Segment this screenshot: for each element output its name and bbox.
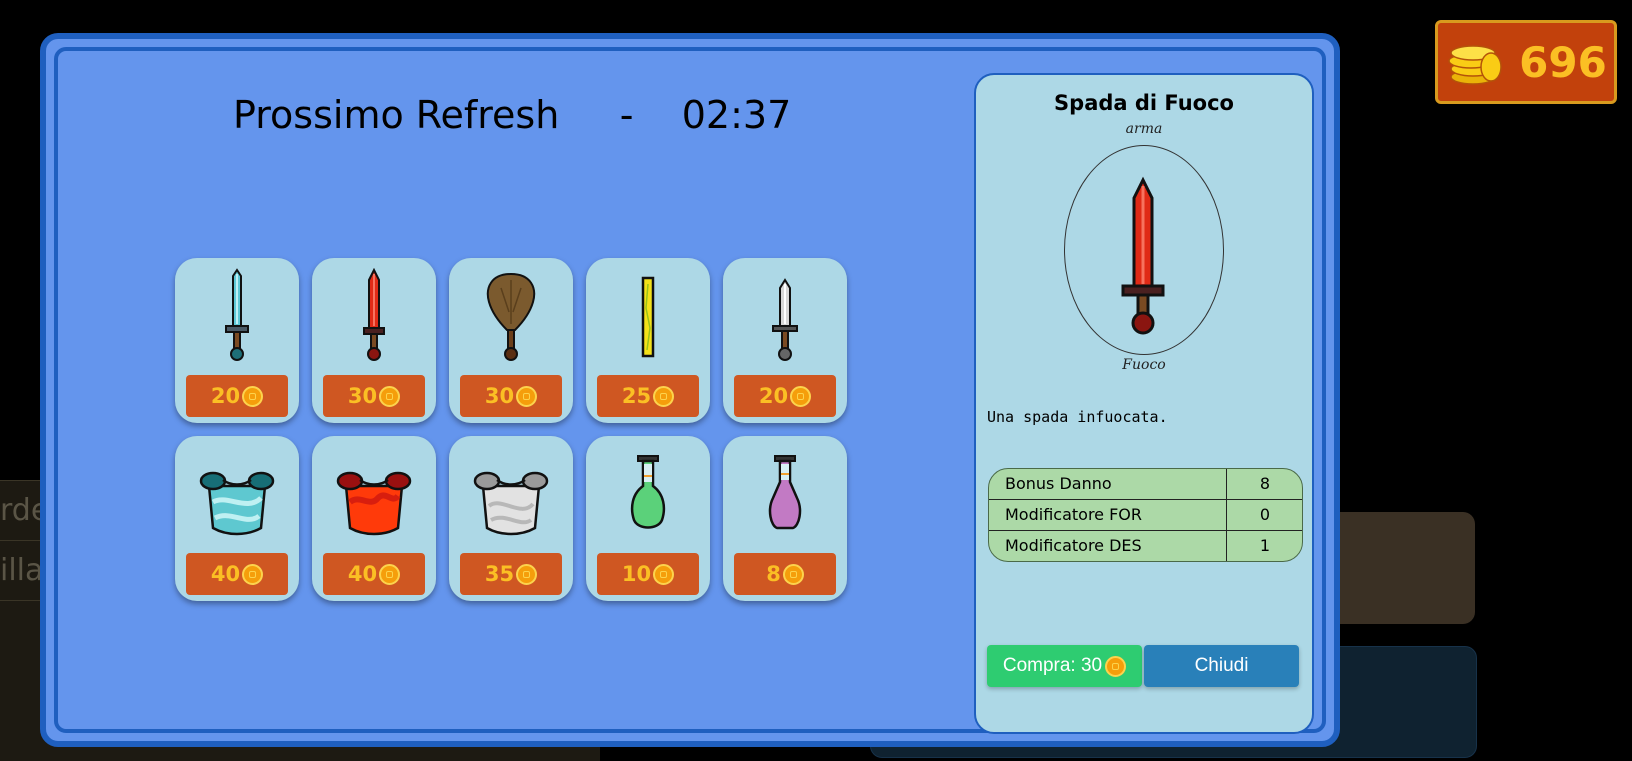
item-price: 25	[621, 384, 652, 408]
coin-amount: 696	[1519, 37, 1607, 87]
price-tag: 35	[460, 553, 562, 595]
price-tag: 20	[186, 375, 288, 417]
shop-item-card[interactable]: 40	[175, 436, 299, 601]
shop-item-card[interactable]: 10	[586, 436, 710, 601]
stat-row: Bonus Danno 8	[989, 469, 1302, 500]
price-tag: 40	[323, 553, 425, 595]
shop-item-card[interactable]: 40	[312, 436, 436, 601]
item-price: 40	[347, 562, 378, 586]
coin-icon	[516, 563, 538, 585]
coin-icon	[379, 385, 401, 407]
armor-silver-icon	[473, 471, 549, 536]
price-tag: 20	[734, 375, 836, 417]
buy-button[interactable]: Compra: 30	[987, 645, 1142, 687]
wooden-club-icon	[486, 272, 536, 361]
item-type: arma	[1125, 121, 1163, 137]
close-button[interactable]: Chiudi	[1144, 645, 1299, 687]
item-price: 20	[210, 384, 241, 408]
armor-cyan-icon	[199, 471, 275, 536]
stat-value: 8	[1259, 474, 1270, 493]
item-name: Spada di Fuoco	[1054, 91, 1234, 115]
shop-item-grid: 20 30 30 25 20 40 40 35 10 8	[175, 258, 847, 601]
refresh-label: Prossimo Refresh	[233, 93, 560, 137]
close-button-label: Chiudi	[1194, 655, 1249, 676]
shop-modal-frame: Prossimo Refresh - 02:37 20 30 30 25 20 …	[54, 47, 1326, 734]
stat-row: Modificatore DES 1	[989, 531, 1302, 561]
shop-item-card[interactable]: 20	[175, 258, 299, 423]
shop-item-card[interactable]: 30	[312, 258, 436, 423]
refresh-time: 02:37	[681, 93, 792, 137]
potion-purple-icon	[768, 455, 802, 530]
shop-item-card[interactable]: 35	[449, 436, 573, 601]
buy-button-label: Compra: 30	[1002, 655, 1103, 676]
shop-item-card[interactable]: 30	[449, 258, 573, 423]
armor-red-icon	[336, 471, 412, 536]
price-tag: 25	[597, 375, 699, 417]
coin-icon	[242, 385, 264, 407]
refresh-separator: -	[619, 93, 634, 137]
price-tag: 8	[734, 553, 836, 595]
price-tag: 30	[323, 375, 425, 417]
coin-icon	[653, 385, 675, 407]
stat-label: Bonus Danno	[989, 469, 1227, 499]
shop-item-card[interactable]: 20	[723, 258, 847, 423]
stat-row: Modificatore FOR 0	[989, 500, 1302, 531]
coin-icon	[242, 563, 264, 585]
sword-cyan-icon	[225, 268, 249, 361]
coin-icon	[790, 385, 812, 407]
sword-red-icon	[1121, 176, 1165, 335]
stats-table: Bonus Danno 8 Modificatore FOR 0 Modific…	[988, 468, 1303, 562]
item-price: 8	[766, 562, 781, 586]
price-tag: 30	[460, 375, 562, 417]
shop-modal: Prossimo Refresh - 02:37 20 30 30 25 20 …	[40, 33, 1340, 747]
item-element: Fuoco	[1122, 357, 1166, 373]
price-tag: 10	[597, 553, 699, 595]
item-price: 35	[484, 562, 515, 586]
item-price: 10	[621, 562, 652, 586]
refresh-timer: Prossimo Refresh - 02:37	[233, 93, 833, 153]
shop-item-card[interactable]: 8	[723, 436, 847, 601]
stat-value: 1	[1259, 536, 1270, 555]
item-price: 40	[210, 562, 241, 586]
item-price: 30	[347, 384, 378, 408]
coins-stack-icon	[1448, 45, 1502, 85]
price-tag: 40	[186, 553, 288, 595]
item-portrait	[1064, 145, 1224, 355]
coin-icon	[516, 385, 538, 407]
coin-icon	[1105, 655, 1127, 677]
item-price: 20	[758, 384, 789, 408]
coin-counter: 696	[1435, 20, 1617, 104]
stat-value: 0	[1259, 505, 1270, 524]
stat-label: Modificatore DES	[989, 531, 1227, 561]
item-description: Una spada infuocata.	[987, 408, 1168, 426]
item-price: 30	[484, 384, 515, 408]
potion-green-icon	[630, 455, 666, 529]
item-detail-panel: Spada di Fuoco arma Fuoco Una spada infu…	[974, 73, 1314, 734]
yellow-staff-icon	[641, 276, 655, 358]
shop-item-card[interactable]: 25	[586, 258, 710, 423]
coin-icon	[379, 563, 401, 585]
dagger-silver-icon	[772, 278, 798, 361]
stat-label: Modificatore FOR	[989, 500, 1227, 530]
coin-icon	[782, 563, 804, 585]
coin-icon	[653, 563, 675, 585]
sword-red-icon	[363, 268, 385, 361]
